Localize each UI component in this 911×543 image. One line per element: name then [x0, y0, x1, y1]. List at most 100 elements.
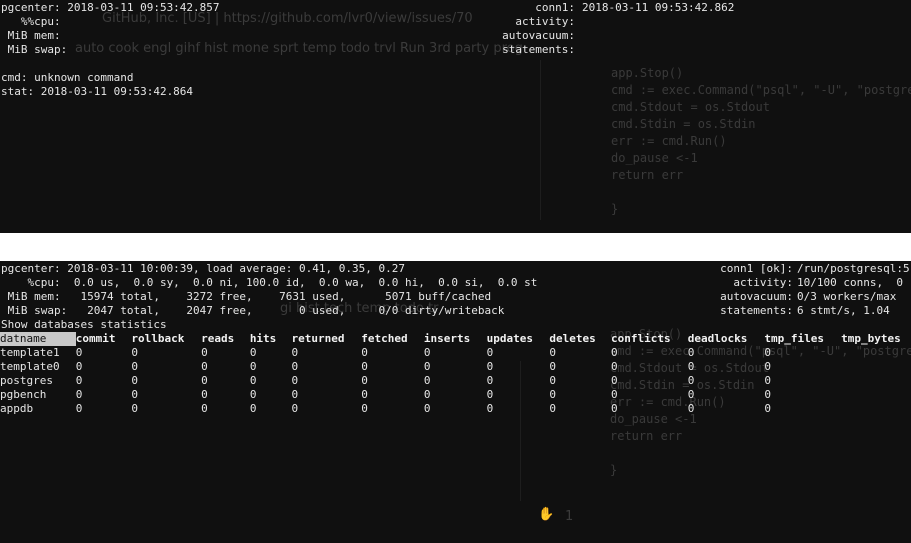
section-title: Show databases statistics: [1, 318, 167, 331]
cell-datname: template1: [0, 346, 60, 359]
cell-rollback: 0: [131, 360, 139, 373]
cpu-line: %cpu: 0.0 us, 0.0 sy, 0.0 ni, 100.0 id, …: [1, 276, 538, 289]
cell-tmp-files: 0: [764, 360, 772, 373]
cell-commit: 0: [75, 402, 83, 415]
ghost-reaction-count: 1: [565, 509, 574, 524]
cell-datname: appdb: [0, 402, 34, 415]
activity-label: activity:: [733, 276, 793, 289]
conn-label: conn1:: [535, 1, 575, 14]
cell-inserts: 0: [423, 360, 431, 373]
database-stats-table: datname commit rollback reads hits retur…: [0, 332, 911, 416]
column-header-deletes[interactable]: deletes: [549, 332, 611, 346]
ghost-bookmarks-bar: auto cook engl gihf hist mone sprt temp …: [75, 41, 523, 56]
column-header-tmp-bytes[interactable]: tmp_bytes: [841, 332, 911, 346]
cell-returned: 0: [291, 388, 299, 401]
statements-label: statements:: [502, 43, 575, 56]
cell-tmp-bytes: [841, 346, 911, 360]
ghost-code-block: app.Stop() cmd := exec.Command("psql", "…: [611, 66, 911, 216]
column-header-hits[interactable]: hits: [250, 332, 292, 346]
cell-inserts: 0: [423, 388, 431, 401]
cell-rollback: 0: [131, 388, 139, 401]
autovacuum-label: autovacuum:: [502, 29, 575, 42]
cell-deletes: 0: [549, 374, 556, 387]
cell-hits: 0: [249, 388, 257, 401]
mem-line: MiB mem:: [1, 29, 61, 42]
table-header-row: datname commit rollback reads hits retur…: [0, 332, 911, 346]
column-header-fetched[interactable]: fetched: [361, 332, 424, 346]
cell-hits: 0: [249, 346, 257, 359]
cell-deadlocks: 0: [687, 388, 695, 401]
cell-commit: 0: [75, 346, 83, 359]
column-header-datname[interactable]: datname: [0, 332, 76, 346]
activity-value: 10/100 conns, 0: [797, 276, 903, 289]
cell-reads: 0: [201, 374, 208, 387]
column-header-conflicts[interactable]: conflicts: [611, 332, 688, 346]
cell-fetched: 0: [361, 346, 368, 359]
cell-deletes: 0: [549, 360, 556, 373]
mem-line: MiB mem: 15974 total, 3272 free, 7631 us…: [1, 290, 492, 303]
cell-tmp-files: 0: [764, 402, 772, 415]
cell-hits: 0: [249, 374, 257, 387]
cell-updates: 0: [486, 402, 494, 415]
cell-inserts: 0: [423, 402, 431, 415]
cell-tmp-files: 0: [764, 346, 772, 359]
cell-conflicts: 0: [611, 388, 618, 401]
cell-returned: 0: [291, 374, 299, 387]
cell-hits: 0: [249, 360, 257, 373]
cell-inserts: 0: [423, 346, 431, 359]
statements-value: 6 stmt/s, 1.04: [797, 304, 890, 317]
cell-tmp-files: 0: [764, 388, 772, 401]
column-header-commit[interactable]: commit: [76, 332, 132, 346]
cell-deadlocks: 0: [687, 360, 695, 373]
conn-value: /run/postgresql:5: [797, 262, 910, 275]
command-error-message: cmd: unknown command: [1, 71, 134, 84]
cell-updates: 0: [486, 360, 494, 373]
cell-deletes: 0: [549, 346, 556, 359]
cell-deletes: 0: [549, 402, 556, 415]
column-header-reads[interactable]: reads: [201, 332, 250, 346]
cell-tmp-bytes: [841, 402, 911, 416]
column-header-updates[interactable]: updates: [487, 332, 550, 346]
cell-conflicts: 0: [611, 374, 618, 387]
stat-message: stat: 2018-03-11 09:53:42.864: [1, 85, 194, 98]
cell-conflicts: 0: [611, 346, 618, 359]
cell-fetched: 0: [361, 374, 368, 387]
column-header-deadlocks[interactable]: deadlocks: [688, 332, 765, 346]
cell-commit: 0: [75, 374, 83, 387]
swap-line: MiB swap:: [1, 43, 68, 56]
cell-updates: 0: [486, 388, 494, 401]
conn-value: 2018-03-11 09:53:42.862: [582, 1, 735, 14]
table-row: postgres 0 0 0 0 0 0 0 0 0 0 0 0: [0, 374, 911, 388]
cell-inserts: 0: [423, 374, 431, 387]
column-header-inserts[interactable]: inserts: [424, 332, 487, 346]
autovacuum-value: 0/3 workers/max: [797, 290, 897, 303]
cell-tmp-bytes: [841, 374, 911, 388]
column-header-rollback[interactable]: rollback: [131, 332, 201, 346]
cell-datname: template0: [0, 360, 60, 373]
cell-rollback: 0: [131, 402, 139, 415]
cell-fetched: 0: [361, 388, 368, 401]
cell-hits: 0: [249, 402, 257, 415]
ghost-reaction-icon: ✋: [538, 507, 555, 522]
conn-label: conn1 [ok]:: [720, 262, 793, 275]
column-header-tmp-files[interactable]: tmp_files: [764, 332, 841, 346]
statements-label: statements:: [720, 304, 793, 317]
terminal-pane-bottom[interactable]: gi hist tech temp todo tr app.Stop() cmd…: [0, 261, 911, 543]
cell-returned: 0: [291, 360, 299, 373]
cell-deletes: 0: [549, 388, 556, 401]
ghost-divider: [540, 60, 541, 220]
cell-tmp-files: 0: [764, 374, 772, 387]
cell-rollback: 0: [131, 374, 139, 387]
cell-deadlocks: 0: [687, 374, 695, 387]
cell-deadlocks: 0: [687, 402, 695, 415]
cell-reads: 0: [201, 346, 208, 359]
terminal-pane-top[interactable]: GitHub, Inc. [US] | https://github.com/l…: [0, 0, 911, 233]
column-header-returned[interactable]: returned: [292, 332, 362, 346]
cell-commit: 0: [75, 360, 83, 373]
table-row: template0 0 0 0 0 0 0 0 0 0 0 0 0: [0, 360, 911, 374]
swap-line: MiB swap: 2047 total, 2047 free, 0 used,…: [1, 304, 505, 317]
cell-conflicts: 0: [611, 360, 618, 373]
table-row: template1 0 0 0 0 0 0 0 0 0 0 0 0: [0, 346, 911, 360]
pgcenter-load-line: pgcenter: 2018-03-11 10:00:39, load aver…: [1, 262, 405, 275]
cell-conflicts: 0: [611, 402, 618, 415]
